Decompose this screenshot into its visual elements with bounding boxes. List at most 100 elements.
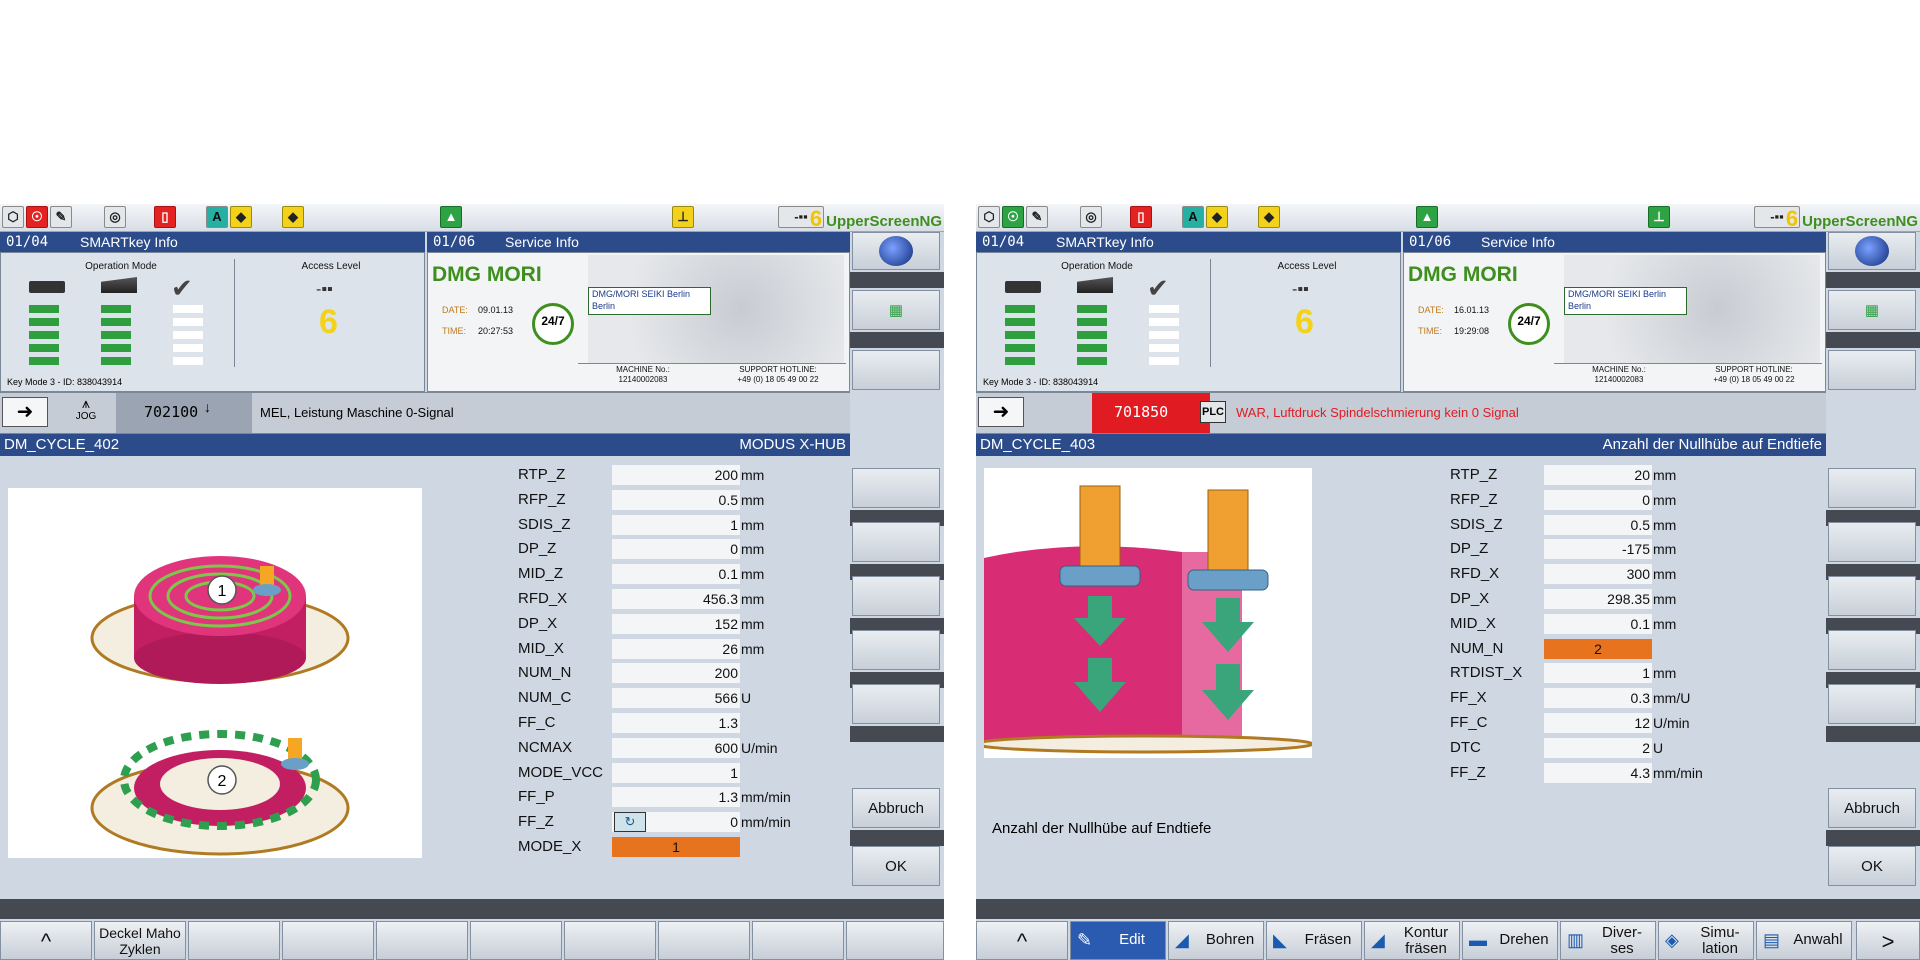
side-softkey-6[interactable] [852,576,940,616]
param-value-input[interactable]: 1.3 [612,713,740,733]
param-unit: mm [741,467,765,483]
param-value-input[interactable]: 1 [612,514,740,535]
param-value-input[interactable]: -175 [1544,539,1652,560]
operation-mode-label: Operation Mode [1061,261,1133,272]
abort-button[interactable]: Abbruch [1828,788,1916,828]
param-value-input[interactable]: 2 [1544,638,1652,659]
param-value-input[interactable]: 0.5 [612,489,740,510]
side-softkey-3[interactable] [1828,350,1916,390]
bottom-softkey-8[interactable] [658,921,750,960]
alarm-text: WAR, Luftdruck Spindelschmierung kein 0 … [1236,405,1519,420]
softkey-fräsen[interactable]: ◣ Fräsen [1266,921,1362,960]
abort-button[interactable]: Abbruch [852,788,940,828]
param-value-input[interactable]: 1 [612,837,740,857]
misc-icon: ▥ [1567,930,1585,950]
param-value-input[interactable]: 298.35 [1544,589,1652,609]
side-softkey-3[interactable] [852,350,940,390]
network-icon: ▦ [888,302,904,319]
param-value-input[interactable]: 0 [1544,489,1652,510]
channel-icon: ➜ [978,397,1024,427]
param-value-input[interactable]: 0.1 [1544,613,1652,634]
more-softkey[interactable]: > [1856,921,1920,960]
emergency-icon: ☉ [26,206,48,228]
mode-hand-icon [1077,277,1113,293]
steering-icon: ◎ [1080,206,1102,228]
side-softkey-7[interactable] [852,630,940,670]
param-value-input[interactable]: 300 [1544,564,1652,585]
toggle-icon[interactable]: ↻ [614,812,646,833]
param-value-input[interactable]: 2 [1544,737,1652,758]
bottom-softkey-6[interactable] [470,921,562,960]
side-softkey-6[interactable] [1828,576,1916,616]
smartkey-panel: Operation Mode Access Level ✔ -▪▪ 6 Key … [0,252,425,392]
param-label: FF_Z [1450,763,1486,781]
param-unit: mm [741,541,765,558]
side-softkey-4[interactable] [852,468,940,508]
stop-icon: ⬡ [978,206,1000,228]
bottom-softkey-4[interactable] [282,921,374,960]
softkey-diver[interactable]: ▥ Diver-ses [1560,921,1656,960]
bottom-softkey-10[interactable] [846,921,944,960]
param-value-input[interactable]: 12 [1544,713,1652,733]
side-softkey-4[interactable] [1828,468,1916,508]
param-unit: U/min [741,739,778,756]
param-value-input[interactable]: 0 [612,539,740,560]
param-label: RFP_Z [518,490,566,508]
bottom-softkey-7[interactable] [564,921,656,960]
axis-a-icon: A [1182,206,1204,228]
param-unit: mm/min [1653,764,1703,781]
globe-button[interactable] [852,232,940,270]
network-button[interactable]: ▦ [852,290,940,330]
softkey-edit[interactable]: ✎ Edit [1070,921,1166,960]
param-value-input[interactable]: 1 [1544,663,1652,684]
softkey-simu[interactable]: ◈ Simu-lation [1658,921,1754,960]
access-key-icon: -▪▪ [316,281,333,298]
param-value-input[interactable]: 200 [612,465,740,485]
softkey-anwahl[interactable]: ▤ Anwahl [1756,921,1852,960]
param-value-input[interactable]: 20 [1544,465,1652,485]
param-label: FF_C [1450,714,1488,731]
param-label: MID_X [1450,614,1496,632]
param-value-input[interactable]: 200 [612,663,740,684]
side-softkey-5[interactable] [852,522,940,562]
side-softkey-7[interactable] [1828,630,1916,670]
param-value-input[interactable]: 4.3 [1544,762,1652,783]
side-softkey-8[interactable] [1828,684,1916,724]
up-softkey[interactable]: ^ [976,921,1068,960]
side-softkey-8[interactable] [852,684,940,724]
brand-label: 6 UpperScreenNG [809,206,942,231]
param-label: RTDIST_X [1450,664,1523,682]
key-mode-text: Key Mode 3 - ID: 838043914 [983,377,1099,387]
param-value-input[interactable]: 600 [612,737,740,758]
bottom-softkey-5[interactable] [376,921,468,960]
bottom-softkey-3[interactable] [188,921,280,960]
param-value-input[interactable]: 1 [612,762,740,783]
param-value-input[interactable]: 1.3 [612,787,740,808]
channel-icon: ➜ [2,397,48,427]
bottom-softkey-9[interactable] [752,921,844,960]
softkey-bohren[interactable]: ◢ Bohren [1168,921,1264,960]
globe-button[interactable] [1828,232,1916,270]
param-unit: mm [1653,541,1677,558]
param-value-input[interactable]: 0.5 [1544,514,1652,535]
param-value-input[interactable]: 0.1 [612,564,740,585]
service-panel: DMG MORI DATE: 16.01.13 TIME: 19:29:08 2… [1403,252,1826,392]
up-softkey[interactable]: ^ [0,921,92,960]
param-unit: mm [741,491,765,508]
ok-button[interactable]: OK [852,846,940,886]
side-softkey-5[interactable] [1828,522,1916,562]
ok-button[interactable]: OK [1828,846,1916,886]
param-label: FF_C [518,714,556,731]
param-value-input[interactable]: 566 [612,688,740,709]
softkey-kontur[interactable]: ◢ Kontur fräsen [1364,921,1460,960]
param-value-input[interactable]: 152 [612,613,740,634]
network-button[interactable]: ▦ [1828,290,1916,330]
deckel-maho-softkey[interactable]: Deckel Maho Zyklen [94,921,186,960]
steering-icon: ◎ [104,206,126,228]
param-value-input[interactable]: 456.3 [612,589,740,609]
param-value-input[interactable]: 26 [612,638,740,659]
hint-text: Anzahl der Nullhübe auf Endtiefe [992,820,1212,837]
status-icon-bar: ⬡ ☉ ✎ ◎ ▯ A ◆ ◆ ▲ ⊥ -▪▪ 6 UpperScreenNG [976,204,1920,232]
param-value-input[interactable]: 0.3 [1544,688,1652,709]
softkey-drehen[interactable]: ▬ Drehen [1462,921,1558,960]
